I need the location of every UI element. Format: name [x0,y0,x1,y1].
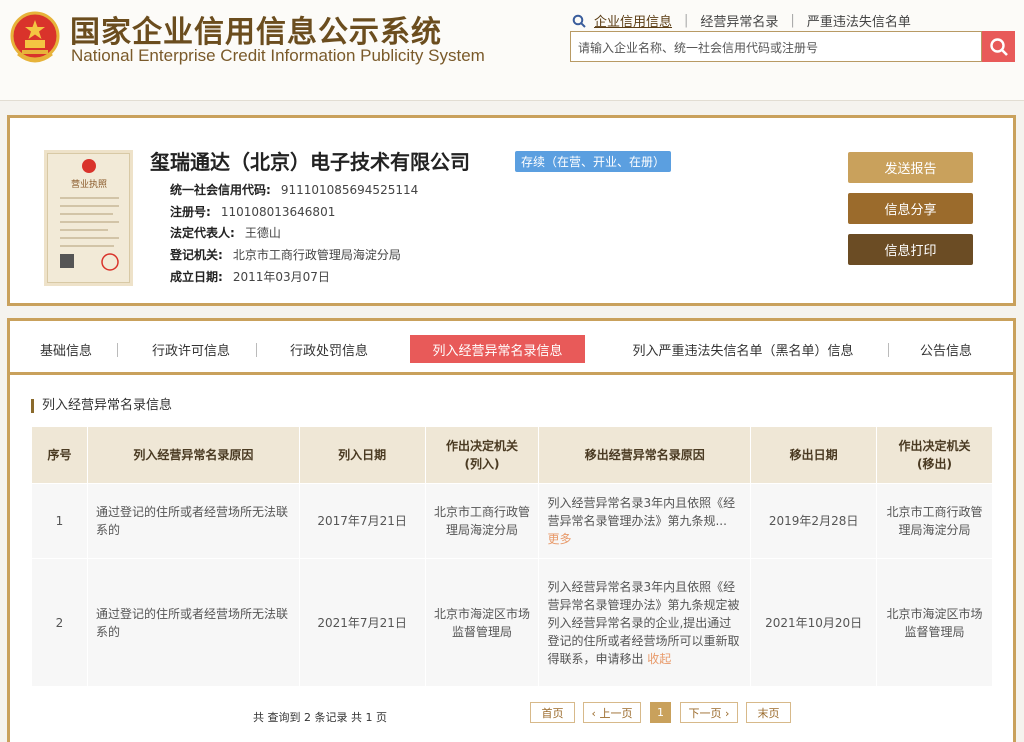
info-label: 统一社会信用代码: [170,183,271,197]
tab-announcements[interactable]: 公告信息 [910,335,982,363]
info-row-credit-code: 统一社会信用代码: 911101085694525114 [170,181,418,198]
cell-no: 2 [31,558,88,687]
info-row-legal-rep: 法定代表人: 王德山 [170,224,281,241]
site-header: 国家企业信用信息公示系统 National Enterprise Credit … [0,0,1024,101]
tab-admin-license[interactable]: 行政许可信息 [142,335,240,363]
share-info-button[interactable]: 信息分享 [848,193,973,224]
site-subtitle: National Enterprise Credit Information P… [71,46,485,65]
nav-divider: | [790,13,795,28]
site-title: 国家企业信用信息公示系统 [70,15,442,50]
col-header-remove-reason: 移出经营异常名录原因 [538,426,752,484]
info-value: 北京市工商行政管理局海淀分局 [232,248,401,262]
cell-remove-reason: 列入经营异常名录3年内且依照《经营异常名录管理办法》第九条规定被列入经营异常名录… [538,558,752,687]
more-link[interactable]: 更多 [547,532,571,546]
cell-authority-in: 北京市工商行政管理局海淀分局 [424,483,540,559]
tab-abnormal-list[interactable]: 列入经营异常名录信息 [410,335,585,363]
section-title: 列入经营异常名录信息 [31,399,172,413]
business-license-image[interactable]: 营业执照 [47,153,130,283]
print-info-button[interactable]: 信息打印 [848,234,973,265]
top-nav: 企业信用信息 | 经营异常名录 | 严重违法失信名单 [572,11,911,30]
cell-reason: 通过登记的住所或者经营场所无法联系的 [86,483,300,559]
nav-enterprise-credit[interactable]: 企业信用信息 [594,11,672,30]
info-label: 登记机关: [170,248,223,262]
national-emblem-icon [10,11,60,63]
tab-divider [888,343,889,357]
info-label: 法定代表人: [170,226,235,240]
search-icon [989,37,1008,56]
tab-basic-info[interactable]: 基础信息 [30,335,102,363]
collapse-link[interactable]: 收起 [647,652,671,666]
col-header-reason: 列入经营异常名录原因 [86,426,300,484]
company-name: 玺瑞通达（北京）电子技术有限公司 [150,150,470,174]
status-badge: 存续（在营、开业、在册） [515,151,672,172]
pagination-summary: 共 查询到 2 条记录 共 1 页 [253,711,387,724]
info-label: 注册号: [170,205,211,219]
cell-date-out: 2021年10月20日 [750,558,878,687]
license-icon: 营业执照 [60,159,119,271]
company-card: 营业执照 玺瑞通达（北京）电子技术有限公司 存续（在营、开业、在册） 统一社会信… [7,115,1016,306]
info-row-registry: 登记机关: 北京市工商行政管理局海淀分局 [170,246,401,263]
col-header-date-out: 移出日期 [750,426,878,484]
info-value: 110108013646801 [220,205,336,219]
table-row: 2 通过登记的住所或者经营场所无法联系的 2021年7月21日 北京市海淀区市场… [31,558,993,687]
table-row: 1 通过登记的住所或者经营场所无法联系的 2017年7月21日 北京市工商行政管… [31,483,993,559]
tab-divider [256,343,257,357]
search-input[interactable]: 请输入企业名称、统一社会信用代码或注册号 [570,31,982,62]
cell-authority-out: 北京市工商行政管理局海淀分局 [876,483,993,559]
detail-panel: 基础信息 行政许可信息 行政处罚信息 列入经营异常名录信息 列入严重违法失信名单… [7,318,1016,742]
table-header-row: 序号 列入经营异常名录原因 列入日期 作出决定机关 (列入) 移出经营异常名录原… [31,426,993,484]
nav-divider: | [684,13,689,28]
cell-authority-out: 北京市海淀区市场监督管理局 [876,558,993,687]
send-report-button[interactable]: 发送报告 [848,152,973,183]
search-icon [572,14,586,28]
page-first-button[interactable]: 首页 [530,702,575,723]
page-last-button[interactable]: 末页 [746,702,791,723]
cell-no: 1 [31,483,88,559]
col-header-authority-out: 作出决定机关 (移出) [876,426,993,484]
remove-reason-text: 列入经营异常名录3年内且依照《经营异常名录管理办法》第九条规... [547,496,736,528]
license-label: 营业执照 [71,178,107,190]
col-header-no: 序号 [31,426,88,484]
tab-bar: 基础信息 行政许可信息 行政处罚信息 列入经营异常名录信息 列入严重违法失信名单… [10,321,1013,375]
cell-date-in: 2017年7月21日 [298,483,426,559]
col-header-date-in: 列入日期 [298,426,426,484]
cell-reason: 通过登记的住所或者经营场所无法联系的 [86,558,300,687]
info-value: 911101085694525114 [280,183,419,197]
cell-date-in: 2021年7月21日 [298,558,426,687]
cell-remove-reason: 列入经营异常名录3年内且依照《经营异常名录管理办法》第九条规... 更多 [538,483,752,559]
page-next-button[interactable]: 下一页 › [680,702,738,723]
col-header-authority-in: 作出决定机关 (列入) [424,426,540,484]
page-current[interactable]: 1 [650,702,671,723]
info-row-reg-no: 注册号: 110108013646801 [170,203,335,220]
abnormal-records-table: 序号 列入经营异常名录原因 列入日期 作出决定机关 (列入) 移出经营异常名录原… [31,426,993,687]
info-label: 成立日期: [170,270,223,284]
page-prev-button[interactable]: ‹ 上一页 [583,702,641,723]
nav-blacklist[interactable]: 严重违法失信名单 [807,11,911,30]
tab-admin-penalty[interactable]: 行政处罚信息 [280,335,378,363]
nav-abnormal-list[interactable]: 经营异常名录 [700,11,778,30]
info-value: 王德山 [244,226,281,240]
tab-blacklist[interactable]: 列入严重违法失信名单（黑名单）信息 [617,335,869,363]
remove-reason-text: 列入经营异常名录3年内且依照《经营异常名录管理办法》第九条规定被列入经营异常名录… [547,579,740,666]
cell-date-out: 2019年2月28日 [750,483,878,559]
search-button[interactable] [982,31,1015,62]
cell-authority-in: 北京市海淀区市场监督管理局 [424,558,540,687]
tab-divider [117,343,118,357]
info-value: 2011年03月07日 [232,270,330,284]
info-row-established: 成立日期: 2011年03月07日 [170,268,330,285]
